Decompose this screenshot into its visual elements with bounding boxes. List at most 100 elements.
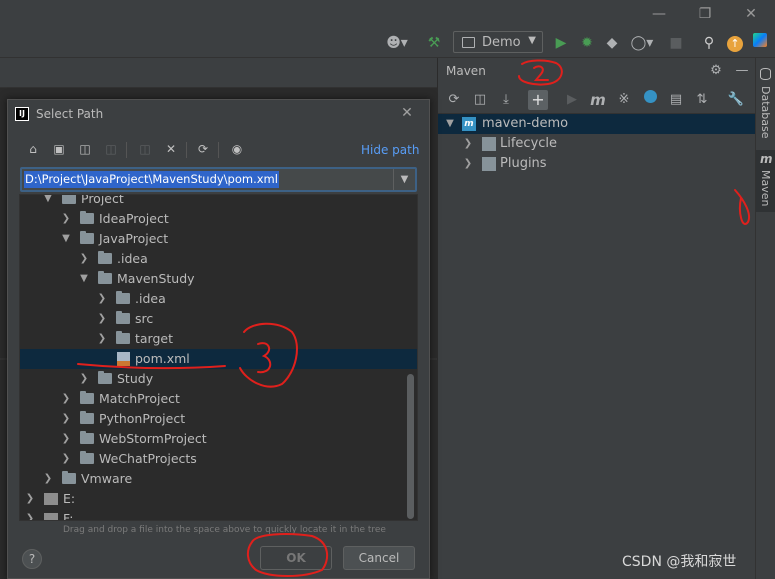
maven-tree-item-plugins[interactable]: ❯ Plugins [438, 154, 756, 174]
run-icon[interactable]: ▶ [552, 33, 570, 53]
run-configuration-select[interactable]: Demo ▼ [453, 31, 543, 53]
chevron-right-icon[interactable]: ❯ [96, 309, 108, 329]
hide-path-link[interactable]: Hide path [361, 143, 419, 157]
coverage-icon[interactable]: ◆ [603, 33, 621, 53]
maven-tree-item-maven-demo[interactable]: ▼ m maven-demo [438, 114, 756, 134]
restore-icon[interactable]: ❐ [695, 4, 715, 24]
chevron-right-icon[interactable]: ❯ [24, 509, 36, 520]
tree-item-wechatprojects[interactable]: ❯ WeChatProjects [20, 449, 417, 469]
chevron-right-icon[interactable]: ❯ [462, 154, 474, 174]
lifecycle-folder-icon [482, 137, 496, 151]
folder-icon [98, 371, 112, 384]
reload-icon[interactable]: ⟳ [444, 90, 464, 110]
chevron-right-icon[interactable]: ❯ [78, 249, 90, 269]
desktop-icon[interactable]: ▣ [50, 140, 68, 158]
download-icon[interactable]: ⤓ [496, 90, 516, 110]
tree-scrollbar[interactable] [407, 374, 414, 519]
chevron-right-icon[interactable]: ❯ [96, 289, 108, 309]
tree-item-src[interactable]: ❯ src [20, 309, 417, 329]
ok-button[interactable]: OK [260, 546, 332, 570]
chevron-right-icon[interactable]: ❯ [96, 329, 108, 349]
tree-item-drive-e[interactable]: ❯ E: [20, 489, 417, 509]
chevron-down-icon[interactable]: ▼ [444, 114, 456, 134]
debug-icon[interactable]: ✹ [578, 33, 596, 53]
minimize-icon[interactable]: — [649, 4, 669, 24]
skip-tests-icon[interactable] [640, 90, 660, 110]
home-icon[interactable]: ⌂ [24, 140, 42, 158]
chevron-right-icon[interactable]: ❯ [60, 449, 72, 469]
chevron-right-icon[interactable]: ❯ [42, 469, 54, 489]
cancel-button[interactable]: Cancel [343, 546, 415, 570]
tab-maven[interactable]: m Maven [756, 150, 775, 212]
database-icon [760, 68, 771, 80]
tree-item-matchproject[interactable]: ❯ MatchProject [20, 389, 417, 409]
tree-item-label: IdeaProject [99, 211, 169, 226]
tree-item-label: JavaProject [99, 231, 169, 246]
chevron-right-icon[interactable]: ❯ [78, 369, 90, 389]
execute-maven-goal-icon[interactable]: m [588, 90, 608, 110]
folder-icon [98, 271, 112, 284]
maven-tree-label: Plugins [500, 156, 547, 171]
tree-item-project[interactable]: ▼ Project [20, 195, 417, 209]
folder-icon [62, 471, 76, 484]
tree-item-webstormproject[interactable]: ❯ WebStormProject [20, 429, 417, 449]
tree-item-target[interactable]: ❯ target [20, 329, 417, 349]
wrench-icon[interactable]: 🔧 [726, 90, 746, 110]
tree-item-idea[interactable]: ❯ .idea [20, 249, 417, 269]
close-icon[interactable]: ✕ [399, 105, 415, 121]
chevron-right-icon[interactable]: ❯ [24, 489, 36, 509]
maven-tree-item-lifecycle[interactable]: ❯ Lifecycle [438, 134, 756, 154]
tree-item-ideaproject[interactable]: ❯ IdeaProject [20, 209, 417, 229]
tree-item-pom-xml[interactable]: pom.xml [20, 349, 417, 369]
editor-tab-strip [0, 58, 437, 88]
tree-item-mavenstudy-idea[interactable]: ❯ .idea [20, 289, 417, 309]
tree-item-drive-f[interactable]: ❯ F: [20, 509, 417, 520]
run-maven-build-icon[interactable]: ▶ [562, 90, 582, 110]
tree-item-study[interactable]: ❯ Study [20, 369, 417, 389]
chevron-right-icon[interactable]: ❯ [60, 409, 72, 429]
maven-title: Maven [446, 64, 486, 78]
chevron-right-icon[interactable]: ❯ [462, 134, 474, 154]
folder-icon [80, 211, 94, 224]
chevron-down-icon[interactable]: ▼ [78, 269, 90, 289]
chevron-right-icon[interactable]: ❯ [60, 389, 72, 409]
module-folder-icon[interactable]: ◫ [102, 140, 120, 158]
maven-header: Maven ⚙ — [438, 58, 756, 86]
right-tool-strip: Database m Maven [755, 58, 775, 579]
jetbrains-toolbox-icon[interactable] [750, 33, 770, 53]
project-folder-icon[interactable]: ◫ [76, 140, 94, 158]
tree-item-pythonproject[interactable]: ❯ PythonProject [20, 409, 417, 429]
user-icon[interactable]: ☻▾ [384, 33, 410, 53]
toggle-offline-icon[interactable]: ※ [614, 90, 634, 110]
help-button[interactable]: ? [22, 549, 42, 569]
refresh-icon[interactable]: ⟳ [194, 140, 212, 158]
chevron-down-icon[interactable]: ▼ [42, 195, 54, 209]
hide-panel-icon[interactable]: — [732, 61, 752, 81]
update-icon[interactable]: ↑ [726, 33, 744, 53]
delete-icon[interactable]: ✕ [162, 140, 180, 158]
profile-icon[interactable]: ◯▾ [628, 33, 656, 53]
build-hammer-icon[interactable]: ⚒ [424, 33, 444, 53]
chevron-right-icon[interactable]: ❯ [60, 209, 72, 229]
stop-icon[interactable]: ■ [668, 33, 684, 53]
chevron-down-icon[interactable]: ▼ [393, 169, 415, 190]
chevron-down-icon[interactable]: ▼ [60, 229, 72, 249]
close-window-icon[interactable]: ✕ [741, 4, 761, 24]
show-dependencies-icon[interactable]: ▤ [666, 90, 686, 110]
tree-item-mavenstudy[interactable]: ▼ MavenStudy [20, 269, 417, 289]
gear-icon[interactable]: ⚙ [706, 61, 726, 81]
new-folder-icon[interactable]: ◫ [136, 140, 154, 158]
tree-item-label: MatchProject [99, 391, 180, 406]
add-maven-project-icon[interactable]: + [528, 90, 548, 110]
tab-database[interactable]: Database [756, 62, 775, 142]
path-field[interactable]: D:\Project\JavaProject\MavenStudy\pom.xm… [20, 167, 417, 192]
intellij-logo-icon: IJ [15, 107, 29, 121]
tree-item-javaproject[interactable]: ▼ JavaProject [20, 229, 417, 249]
collapse-all-icon[interactable]: ⇅ [692, 90, 712, 110]
show-hidden-icon[interactable]: ◉ [228, 140, 246, 158]
tree-item-vmware[interactable]: ❯ Vmware [20, 469, 417, 489]
tree-item-label: .idea [117, 251, 148, 266]
generate-sources-icon[interactable]: ◫ [470, 90, 490, 110]
chevron-right-icon[interactable]: ❯ [60, 429, 72, 449]
search-icon[interactable]: ⚲ [700, 33, 718, 53]
